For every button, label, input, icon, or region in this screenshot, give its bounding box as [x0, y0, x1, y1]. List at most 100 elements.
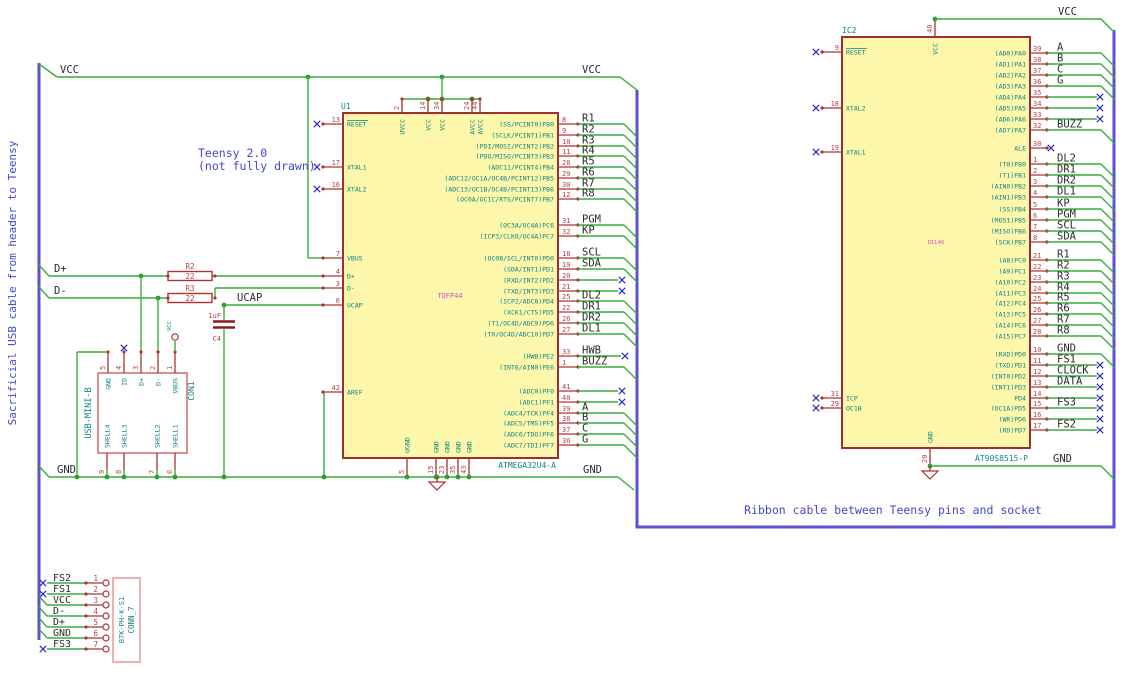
- u1-pin-name: D+: [347, 273, 355, 281]
- ic2-pin-name: ALE: [1014, 145, 1026, 153]
- pin-terminal: [321, 286, 325, 290]
- bus-entry: [1100, 281, 1115, 296]
- u1-pin-number: 29: [562, 170, 570, 178]
- u1-footprint: TQFP44: [437, 292, 462, 300]
- u1-pin-name: AVCC: [469, 119, 477, 135]
- ic2-value: AT90S8515-P: [975, 454, 1028, 463]
- ic2-pin-name: (A13)PC5: [995, 311, 1026, 319]
- ic2-pin-number: 26: [1033, 306, 1041, 314]
- net-label-kp: KP: [582, 225, 595, 237]
- bus-entry: [1100, 208, 1115, 223]
- conn7-value: B7K-PH-K-S1: [118, 597, 126, 643]
- bus-entry: [623, 235, 638, 250]
- ic2-pin-number: 39: [1033, 45, 1041, 53]
- net-label-vcc: VCC: [1058, 6, 1077, 18]
- ic2-pin-number: 31: [831, 390, 839, 398]
- u1-pin-number: 17: [332, 159, 340, 167]
- ribbon-note: Ribbon cable between Teensy pins and soc…: [744, 503, 1042, 517]
- con1-pin-name: D-: [155, 378, 163, 386]
- ic2-pin-name: (OC1A)PD5: [991, 405, 1026, 413]
- con1-pin-name: D+: [138, 378, 146, 386]
- bus-entry: [623, 322, 638, 337]
- pin-terminal: [820, 406, 824, 410]
- bus-entry: [623, 311, 638, 326]
- ic2-pin-name: (MOSI)PB5: [991, 217, 1026, 225]
- bus-entry: [1100, 129, 1115, 144]
- u1-pin-number: 41: [562, 383, 570, 391]
- con1-pin-name: SHELL3: [121, 424, 129, 448]
- schematic-drawing: VCC VCCGND GNDD+D-R222R322 UCAP1uFC4U1ATMEG…: [6, 6, 1116, 663]
- net-label-fs1: FS1: [53, 584, 71, 595]
- u1-pin-number: 6: [336, 297, 340, 305]
- net-label-dl1: DL1: [1057, 186, 1076, 198]
- u1-pin-name: VBUS: [347, 255, 363, 263]
- conn7-pin-pad: [102, 645, 110, 653]
- pin-terminal: [470, 97, 474, 101]
- junction-dot: [172, 474, 178, 480]
- u1-pin-name: UCAP: [347, 302, 363, 310]
- ic2-pin-name: (WR)PD6: [999, 416, 1026, 424]
- u1-pin-name: GND: [444, 441, 452, 453]
- con1-ref: CON1: [187, 381, 196, 400]
- ic2-pin-number: 27: [1033, 317, 1041, 325]
- u1-pin-name: (ICP2/ADC8)PD4: [499, 298, 554, 306]
- bus-entry: [1100, 163, 1115, 178]
- u1-pin-name: (T0/OC4D/ADC10)PD7: [484, 331, 555, 339]
- u1-pin-name: GND: [433, 441, 441, 453]
- pin-terminal: [321, 390, 325, 394]
- bus-entry: [1100, 270, 1115, 285]
- net-label-fs2: FS2: [1057, 419, 1076, 431]
- ic2-pin-number: 40: [926, 25, 934, 33]
- ic2-pin-name: XTAL1: [846, 149, 866, 157]
- ic2-pin-number: 19: [831, 144, 839, 152]
- u1-pin-number: 23: [438, 466, 446, 474]
- ic2-pin-number: 3: [1033, 178, 1037, 186]
- u1-pin-name: VCC: [439, 119, 447, 131]
- net-label-r8: R8: [1057, 325, 1070, 337]
- conn7-pin-number: 7: [93, 640, 98, 649]
- ic2-pin-number: 15: [1033, 400, 1041, 408]
- ic2-pin-name: (A15)PC7: [995, 333, 1026, 341]
- u1-pin-number: 3: [336, 280, 340, 288]
- bus-entry: [623, 444, 638, 459]
- u1-pin-number: 19: [562, 261, 570, 269]
- junction-dot: [321, 474, 327, 480]
- pin-terminal: [166, 274, 170, 278]
- conn7-pin-number: 1: [93, 574, 98, 583]
- ic2-pin-number: 18: [831, 100, 839, 108]
- u1-pin-name: (SCLK/PCINT1)PB1: [491, 132, 554, 140]
- con1-value: USB-MINI-B: [84, 387, 94, 438]
- u1-value: ATMEGA32U4-A: [498, 461, 556, 470]
- u1-pin-name: (SDA/INT1)PD1: [503, 266, 554, 274]
- u1-pin-name: (ADC12/OC1A/OC4B/PCINT12)PB5: [444, 175, 554, 183]
- u1-pin-number: 34: [433, 102, 441, 110]
- bus-entry: [623, 433, 638, 448]
- net-label-vcc: VCC: [582, 64, 601, 76]
- u1-pin-number: 28: [562, 159, 570, 167]
- conn7-pin-pad: [102, 634, 110, 642]
- bus-entry: [1100, 63, 1115, 78]
- bus-entry: [1100, 74, 1115, 89]
- u1-pin-number: 15: [427, 466, 435, 474]
- u1-pin-number: 4: [336, 268, 340, 276]
- ic2-pin-name: (T0)PB0: [999, 161, 1026, 169]
- ic2-pin-number: 12: [1033, 368, 1041, 376]
- pin-terminal: [166, 296, 170, 300]
- ic2-pin-number: 10: [1033, 346, 1041, 354]
- r2-resistor-value: 22: [185, 272, 194, 281]
- pin-terminal: [321, 165, 325, 169]
- ic2-footprint: DIL40: [928, 240, 945, 246]
- conn7-pin-pad: [102, 623, 110, 631]
- u1-pin-name: (ADC1)PF1: [519, 399, 554, 407]
- ic2-pin-name: (TXD)PD1: [995, 362, 1026, 370]
- ic2-ref: IC2: [842, 26, 857, 35]
- ic2-pin-name: (MISO)PB6: [991, 228, 1026, 236]
- u1-pin-name: (ADC11/PCINT4)PB4: [487, 164, 554, 172]
- net-label-dl1: DL1: [582, 323, 601, 335]
- pin-terminal: [478, 97, 482, 101]
- u1-pin-name: (ADC4/TCK)PF4: [503, 410, 554, 418]
- u1-pin-number: 18: [562, 250, 570, 258]
- ic2-pin-number: 8: [1033, 234, 1037, 242]
- u1-pin-name: (OC0A/OC1C/RTS/PCINT7)PB7: [456, 196, 554, 204]
- ic2-pin-number: 37: [1033, 67, 1041, 75]
